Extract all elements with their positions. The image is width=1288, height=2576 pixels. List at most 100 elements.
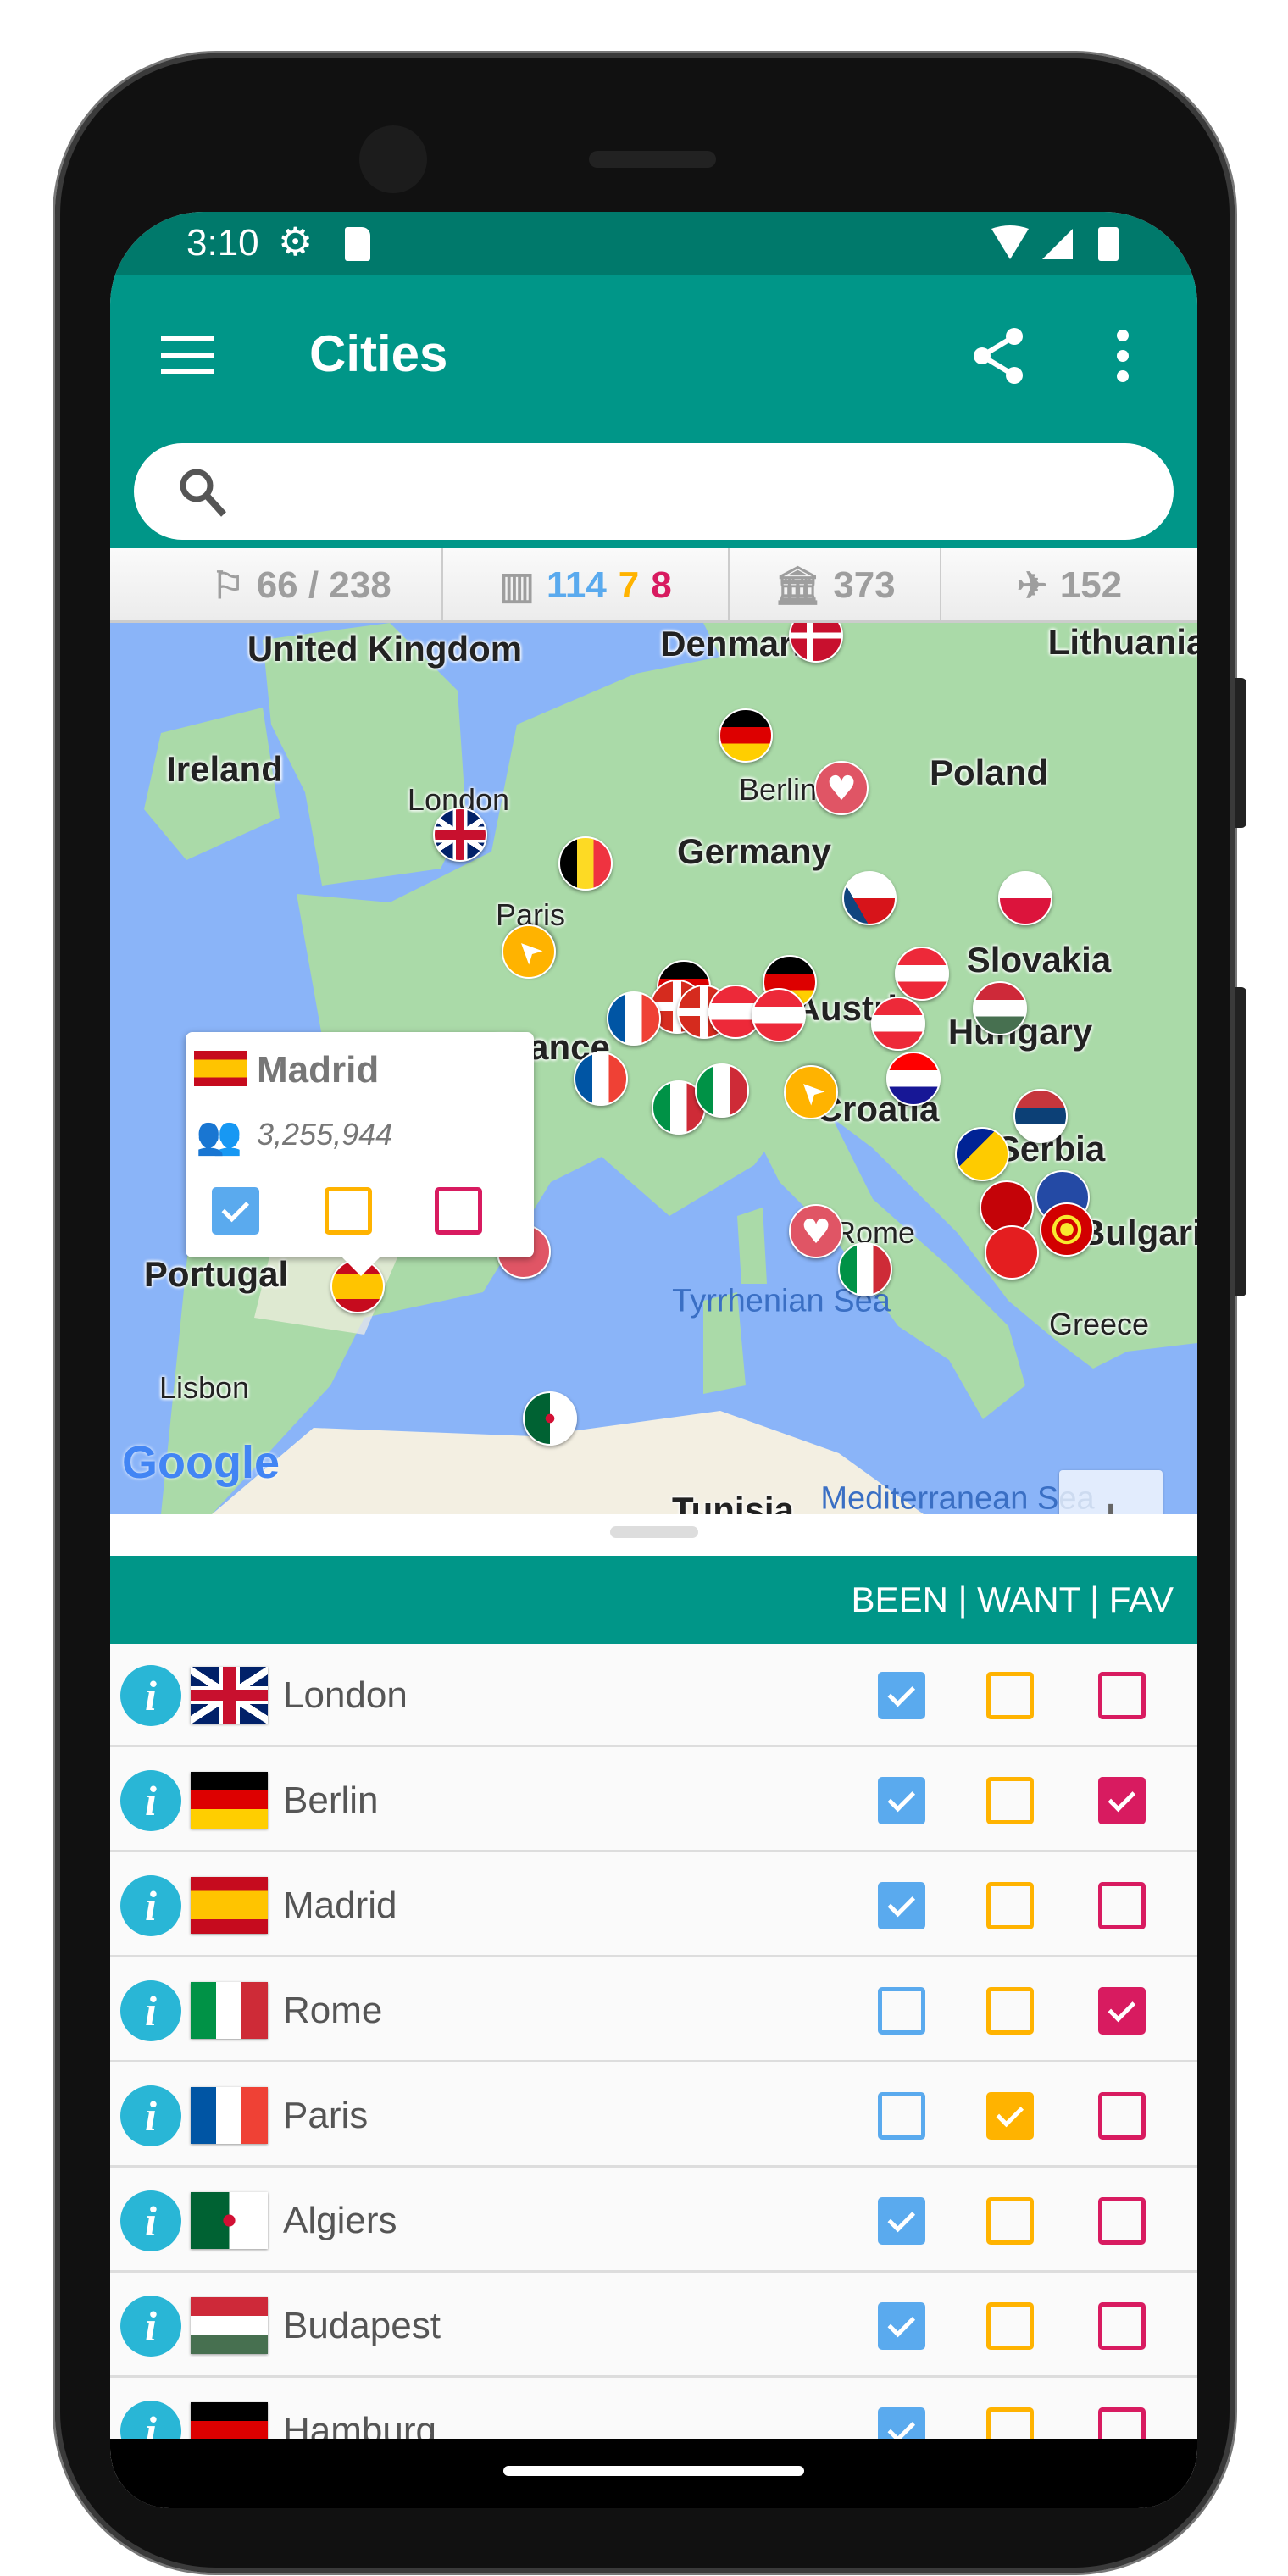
city-row[interactable]: i Algiers [110,2169,1197,2273]
camera [359,125,427,193]
fav-checkbox[interactable] [1098,2092,1146,2140]
map-label: Germany [676,831,832,871]
flag-marker-it[interactable] [695,1063,749,1118]
been-checkbox[interactable] [878,1987,925,2035]
info-icon[interactable]: i [120,2296,181,2357]
flag-marker-at[interactable] [871,997,925,1051]
popup-been-checkbox[interactable] [212,1187,259,1235]
stat-airports[interactable]: ✈ 152 [941,548,1197,623]
flag-marker-fr[interactable] [607,991,661,1046]
been-checkbox[interactable] [878,2302,925,2350]
city-row[interactable]: i London [110,1644,1197,1747]
been-checkbox[interactable] [878,1882,925,1929]
want-checkbox[interactable] [986,2197,1034,2245]
want-checkbox[interactable] [986,1777,1034,1824]
city-row[interactable]: i Paris [110,2064,1197,2168]
stat-unesco[interactable]: 🏛 373 [730,548,941,623]
flag-icon-fr [191,2087,268,2144]
flag-marker-hr[interactable] [886,1052,941,1106]
city-icon: ▥ [499,564,535,607]
map-label: Slovakia [966,940,1112,980]
status-bar: 3:10 ⚙ [110,212,1197,275]
screen: 3:10 ⚙ Cities ⚐ 66 / 238 ▥ 114 7 8 🏛 373 ✈ 152 [110,212,1197,2508]
map-label: Tunisia [672,1490,794,1514]
spain-flag-icon [194,1051,247,1086]
fav-checkbox[interactable] [1098,2302,1146,2350]
unesco-icon: 🏛 [774,565,822,607]
flag-marker-be[interactable] [558,836,613,891]
want-checkbox[interactable] [986,2302,1034,2350]
flag-marker-de[interactable] [719,708,773,763]
favorite-marker[interactable]: ♥ [789,1204,843,1258]
flag-marker-al[interactable] [985,1225,1039,1280]
city-info-window[interactable]: Madrid 👥 3,255,944 [186,1032,534,1276]
map-label: Lithuania [1047,623,1197,662]
info-icon[interactable]: i [120,1665,181,1726]
favorite-marker[interactable]: ♥ [814,761,869,815]
info-icon[interactable]: i [120,1980,181,2041]
popup-want-checkbox[interactable] [325,1187,372,1235]
share-icon[interactable] [970,326,1030,386]
city-name: Madrid [283,1885,397,1926]
more-vert-icon[interactable] [1110,328,1135,384]
city-row[interactable]: i Rome [110,1959,1197,2062]
settings-icon: ⚙ [278,219,314,264]
map-label: Greece [1048,1307,1150,1341]
flag-marker-cz[interactable] [842,871,897,925]
fav-checkbox[interactable] [1098,1987,1146,2035]
been-checkbox[interactable] [878,1777,925,1824]
search-bar [110,435,1197,548]
hamburger-icon[interactable] [161,336,214,374]
home-gesture-bar[interactable] [503,2466,804,2476]
page-title: Cities [309,325,448,382]
flag-marker-hu[interactable] [973,981,1027,1035]
search-input[interactable] [134,443,1174,540]
map-label: Lisbon [158,1370,250,1405]
stat-countries[interactable]: ⚐ 66 / 238 [110,548,443,623]
fav-checkbox[interactable] [1098,1777,1146,1824]
fav-checkbox[interactable] [1098,2197,1146,2245]
map-label: Berlin [738,772,818,807]
zoom-controls: + − [1059,1470,1163,1514]
info-icon[interactable]: i [120,2190,181,2251]
volume-button [1235,987,1246,1296]
app-bar: Cities [110,275,1197,435]
been-checkbox[interactable] [878,2092,925,2140]
flag-marker-at[interactable] [895,947,949,1001]
flag-marker-bs[interactable] [955,1127,1009,1181]
flag-marker-at[interactable] [752,988,806,1042]
city-row[interactable]: i Berlin [110,1749,1197,1852]
want-checkbox[interactable] [986,1882,1034,1929]
city-row[interactable]: i Budapest [110,2274,1197,2378]
drag-handle[interactable] [610,1526,698,1538]
flag-marker-gb[interactable] [433,808,487,862]
flag-marker-mk[interactable] [1040,1202,1094,1257]
want-checkbox[interactable] [986,2092,1034,2140]
want-checkbox[interactable] [986,1987,1034,2035]
been-checkbox[interactable] [878,1672,925,1719]
map-view[interactable]: United Kingdom Ireland London Denmark Lithua… [110,623,1197,1514]
want-checkbox[interactable] [986,1672,1034,1719]
map-label: Poland [929,752,1049,792]
flag-marker-rs[interactable] [1013,1089,1068,1143]
drag-handle-area[interactable] [110,1514,1197,1556]
info-icon[interactable]: i [120,2085,181,2146]
city-name: Algiers [283,2200,397,2241]
fav-checkbox[interactable] [1098,1672,1146,1719]
zoom-in-button[interactable]: + [1059,1470,1163,1514]
info-icon[interactable]: i [120,1875,181,1936]
flag-marker-dz[interactable] [523,1391,577,1446]
city-row[interactable]: i Madrid [110,1854,1197,1957]
popup-population: 3,255,944 [257,1117,393,1152]
stat-cities[interactable]: ▥ 114 7 8 [443,548,730,623]
flag-marker-it[interactable] [838,1242,892,1296]
city-name: Rome [283,1990,383,2031]
flag-marker-pl[interactable] [998,871,1052,925]
flag-marker-fr[interactable] [574,1052,628,1106]
popup-fav-checkbox[interactable] [435,1187,482,1235]
been-checkbox[interactable] [878,2197,925,2245]
sd-card-icon [345,227,370,261]
fav-checkbox[interactable] [1098,1882,1146,1929]
info-icon[interactable]: i [120,1770,181,1831]
map-label: United Kingdom [247,629,523,669]
